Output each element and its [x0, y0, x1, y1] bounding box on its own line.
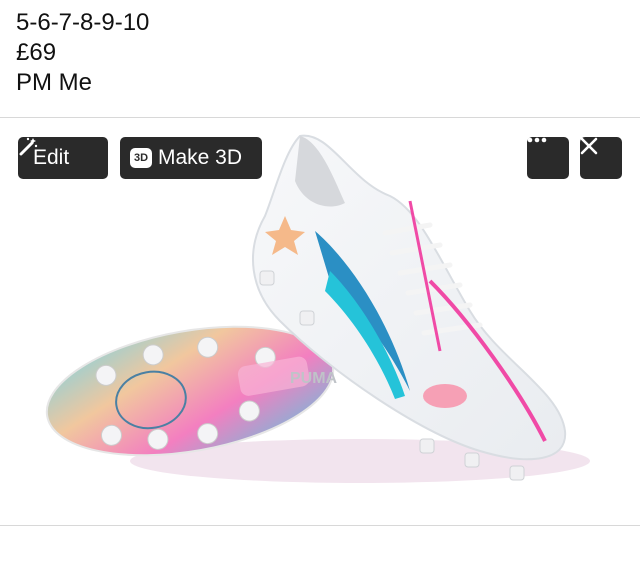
- more-options-button[interactable]: [527, 137, 569, 179]
- brand-mark: PUMA: [290, 370, 338, 387]
- make-3d-button-label: Make 3D: [158, 146, 243, 169]
- post-text: 5-6-7-8-9-10 £69 PM Me: [16, 8, 149, 98]
- close-button[interactable]: [580, 137, 622, 179]
- football-boots-image: PUMA: [45, 134, 590, 483]
- contact-text: PM Me: [16, 69, 93, 96]
- photo-viewer[interactable]: PUMA Edit 3D Make 3D: [0, 121, 640, 526]
- top-divider: [0, 117, 640, 118]
- edit-button-label: Edit: [33, 146, 70, 169]
- bottom-divider: [0, 525, 640, 526]
- price-text: £69: [16, 39, 57, 66]
- make-3d-button[interactable]: 3D Make 3D: [120, 137, 262, 179]
- 3d-icon: 3D: [130, 148, 152, 168]
- sizes-text: 5-6-7-8-9-10: [16, 9, 150, 36]
- edit-button[interactable]: Edit: [18, 137, 108, 179]
